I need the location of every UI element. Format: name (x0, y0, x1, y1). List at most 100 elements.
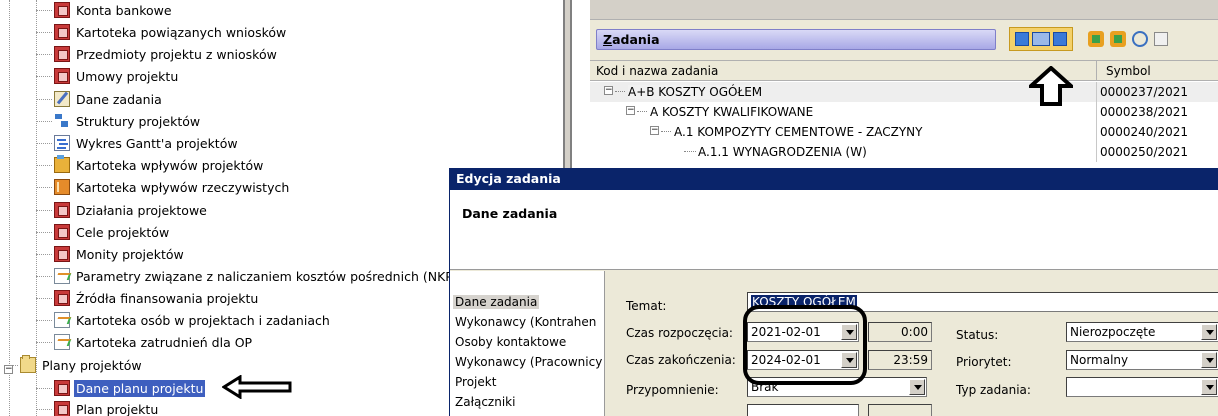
tree-item-cele-projektow[interactable]: Cele projektów (36, 221, 171, 243)
nav-item-dane-zadania[interactable]: Dane zadania (453, 295, 540, 309)
tree-item-label: Kartoteka osób w projektach i zadaniach (76, 312, 330, 328)
priority-select[interactable]: Normalny (1066, 350, 1218, 370)
chevron-down-icon[interactable] (1201, 379, 1217, 395)
form-icon (54, 202, 70, 218)
task-symbol: 0000237/2021 (1100, 85, 1189, 99)
nav-item-wykonawcy-kontrahenci[interactable]: Wykonawcy (Kontrahen (455, 315, 596, 329)
form-icon (54, 224, 70, 240)
task-symbol: 0000250/2021 (1100, 145, 1189, 159)
structure-icon (54, 113, 70, 129)
start-time-value: 0:00 (901, 325, 928, 339)
end-time-field[interactable]: 23:59 (868, 350, 932, 370)
collapse-toggle[interactable]: − (626, 106, 635, 115)
form-icon (54, 401, 70, 416)
tree-item-label: Dane planu projektu (74, 379, 206, 397)
collapse-toggle[interactable]: − (604, 86, 613, 95)
tree-group-plany-projektow[interactable]: Plany projektów (10, 354, 144, 376)
form-icon (54, 68, 70, 84)
tree-item-przedmioty-projektu[interactable]: Przedmioty projektu z wniosków (36, 43, 279, 65)
panel-top-bar (590, 0, 1218, 20)
left-arrow-annotation-icon (222, 375, 292, 399)
priority-label: Priorytet: (956, 355, 1012, 369)
highlight-annotation (743, 305, 867, 385)
splitter[interactable] (563, 0, 572, 170)
grid-header: Kod i nazwa zadania Symbol (590, 61, 1218, 81)
column-header-name[interactable]: Kod i nazwa zadania (596, 64, 718, 78)
banner-title: Dane zadania (462, 206, 558, 221)
tree-item-struktury-projektow[interactable]: Struktury projektów (36, 110, 202, 132)
tasks-grid: Kod i nazwa zadania Symbol − A+B KOSZTY … (590, 60, 1218, 170)
tasks-header: Zadania (596, 29, 996, 50)
status-label: Status: (956, 328, 999, 342)
tree-item-kartoteka-osob[interactable]: Kartoteka osób w projektach i zadaniach (36, 309, 332, 331)
end-label: Czas zakończenia: (626, 353, 736, 367)
history-icon[interactable] (1132, 31, 1148, 47)
tree-item-kartoteka-wplywow-rzeczywistych[interactable]: Kartoteka wpływów rzeczywistych (36, 176, 291, 198)
end-time-value: 23:59 (893, 353, 928, 367)
dialog-banner: Dane zadania (450, 190, 1218, 270)
dialog-title[interactable]: Edycja zadania (450, 168, 1218, 190)
temat-label: Temat: (626, 299, 667, 313)
tree-item-label: Umowy projektu (76, 68, 179, 84)
form-icon (54, 46, 70, 62)
tree-item-label: Monity projektów (76, 246, 184, 262)
tree-expand-icon[interactable] (1088, 31, 1104, 47)
tree-item-zrodla-finansowania[interactable]: Źródła finansowania projektu (36, 287, 260, 309)
tree-item-label: Działania projektowe (76, 202, 207, 218)
view-toolbar (1009, 27, 1073, 51)
tree-item-label: Kartoteka zatrudnień dla OP (76, 334, 253, 350)
nav-item-osoby-kontaktowe[interactable]: Osoby kontaktowe (455, 335, 566, 349)
task-form: Temat: KOSZTY OGÓŁEM Czas rozpoczęcia: 2… (606, 271, 1218, 416)
status-select[interactable]: Nierozpoczęte (1066, 322, 1218, 342)
type-select[interactable] (1066, 377, 1218, 397)
tree-collapse-icon[interactable] (1110, 31, 1126, 47)
nav-item-wykonawcy-pracownicy[interactable]: Wykonawcy (Pracownicy (455, 355, 602, 369)
form-icon (54, 24, 70, 40)
table-row[interactable]: A.1.1 WYNAGRODZENIA (W) 0000250/2021 (590, 142, 1218, 162)
tree-item-kartoteka-powiazanych-wnioskow[interactable]: Kartoteka powiązanych wniosków (36, 21, 288, 43)
save-icon[interactable] (1052, 32, 1067, 46)
extra-field[interactable] (747, 404, 859, 416)
form-icon (54, 290, 70, 306)
start-label: Czas rozpoczęcia: (626, 326, 733, 340)
table-row[interactable]: − A+B KOSZTY OGÓŁEM 0000237/2021 (590, 82, 1218, 102)
tree-item-parametry-nkp[interactable]: Parametry związane z naliczaniem kosztów… (36, 265, 460, 287)
tree-item-dane-planu-projektu[interactable]: Dane planu projektu (36, 377, 206, 399)
table-row[interactable]: − A KOSZTY KWALIFIKOWANE 0000238/2021 (590, 102, 1218, 122)
tree-item-monity-projektow[interactable]: Monity projektów (36, 243, 186, 265)
tree-item-kartoteka-zatrudnien[interactable]: Kartoteka zatrudnień dla OP (36, 331, 254, 353)
tree-item-label: Źródła finansowania projektu (76, 290, 259, 306)
tree-item-plan-projektu[interactable]: Plan projektu (36, 398, 160, 416)
tree-group-label: Plany projektów (42, 357, 142, 373)
add-icon[interactable] (1015, 32, 1030, 46)
tree-item-dzialania-projektowe[interactable]: Działania projektowe (36, 199, 209, 221)
collapse-toggle[interactable]: − (650, 126, 659, 135)
list-view-icon[interactable] (1031, 32, 1050, 46)
tree-item-label: Plan projektu (76, 401, 159, 416)
start-time-field[interactable]: 0:00 (868, 322, 932, 342)
nav-item-zalaczniki[interactable]: Załączniki (455, 395, 515, 409)
chart-icon (54, 312, 70, 328)
tree-item-label: Wykres Gantt'a projektów (76, 135, 238, 151)
tree-item-kartoteka-wplywow-projektow[interactable]: Kartoteka wpływów projektów (36, 154, 265, 176)
chevron-down-icon[interactable] (909, 379, 925, 395)
print-icon[interactable] (1154, 32, 1168, 46)
tasks-panel: Zadania Kod i nazwa zadania Symbol − A+B… (590, 0, 1218, 170)
table-row[interactable]: − A.1 KOMPOZYTY CEMENTOWE - ZACZYNY 0000… (590, 122, 1218, 142)
actions-toolbar (1082, 27, 1218, 51)
column-header-symbol[interactable]: Symbol (1106, 64, 1151, 78)
nav-item-projekt[interactable]: Projekt (455, 375, 496, 389)
tree-item-konta-bankowe[interactable]: Konta bankowe (36, 0, 174, 21)
folder-color-icon (54, 155, 70, 173)
tree-item-label: Cele projektów (76, 224, 170, 240)
task-name: A+B KOSZTY OGÓŁEM (628, 85, 763, 99)
tree-item-wykres-gantta[interactable]: Wykres Gantt'a projektów (36, 132, 240, 154)
extra-time-field[interactable] (868, 404, 932, 416)
chevron-down-icon[interactable] (1201, 324, 1217, 340)
tree-item-umowy-projektu[interactable]: Umowy projektu (36, 65, 180, 87)
dialog-nav: Dane zadania Wykonawcy (Kontrahen Osoby … (450, 271, 605, 416)
tree-item-dane-zadania[interactable]: Dane zadania (36, 88, 164, 110)
tree-item-label: Konta bankowe (76, 2, 172, 18)
tasks-header-accesskey: Z (603, 32, 613, 47)
chevron-down-icon[interactable] (1201, 352, 1217, 368)
